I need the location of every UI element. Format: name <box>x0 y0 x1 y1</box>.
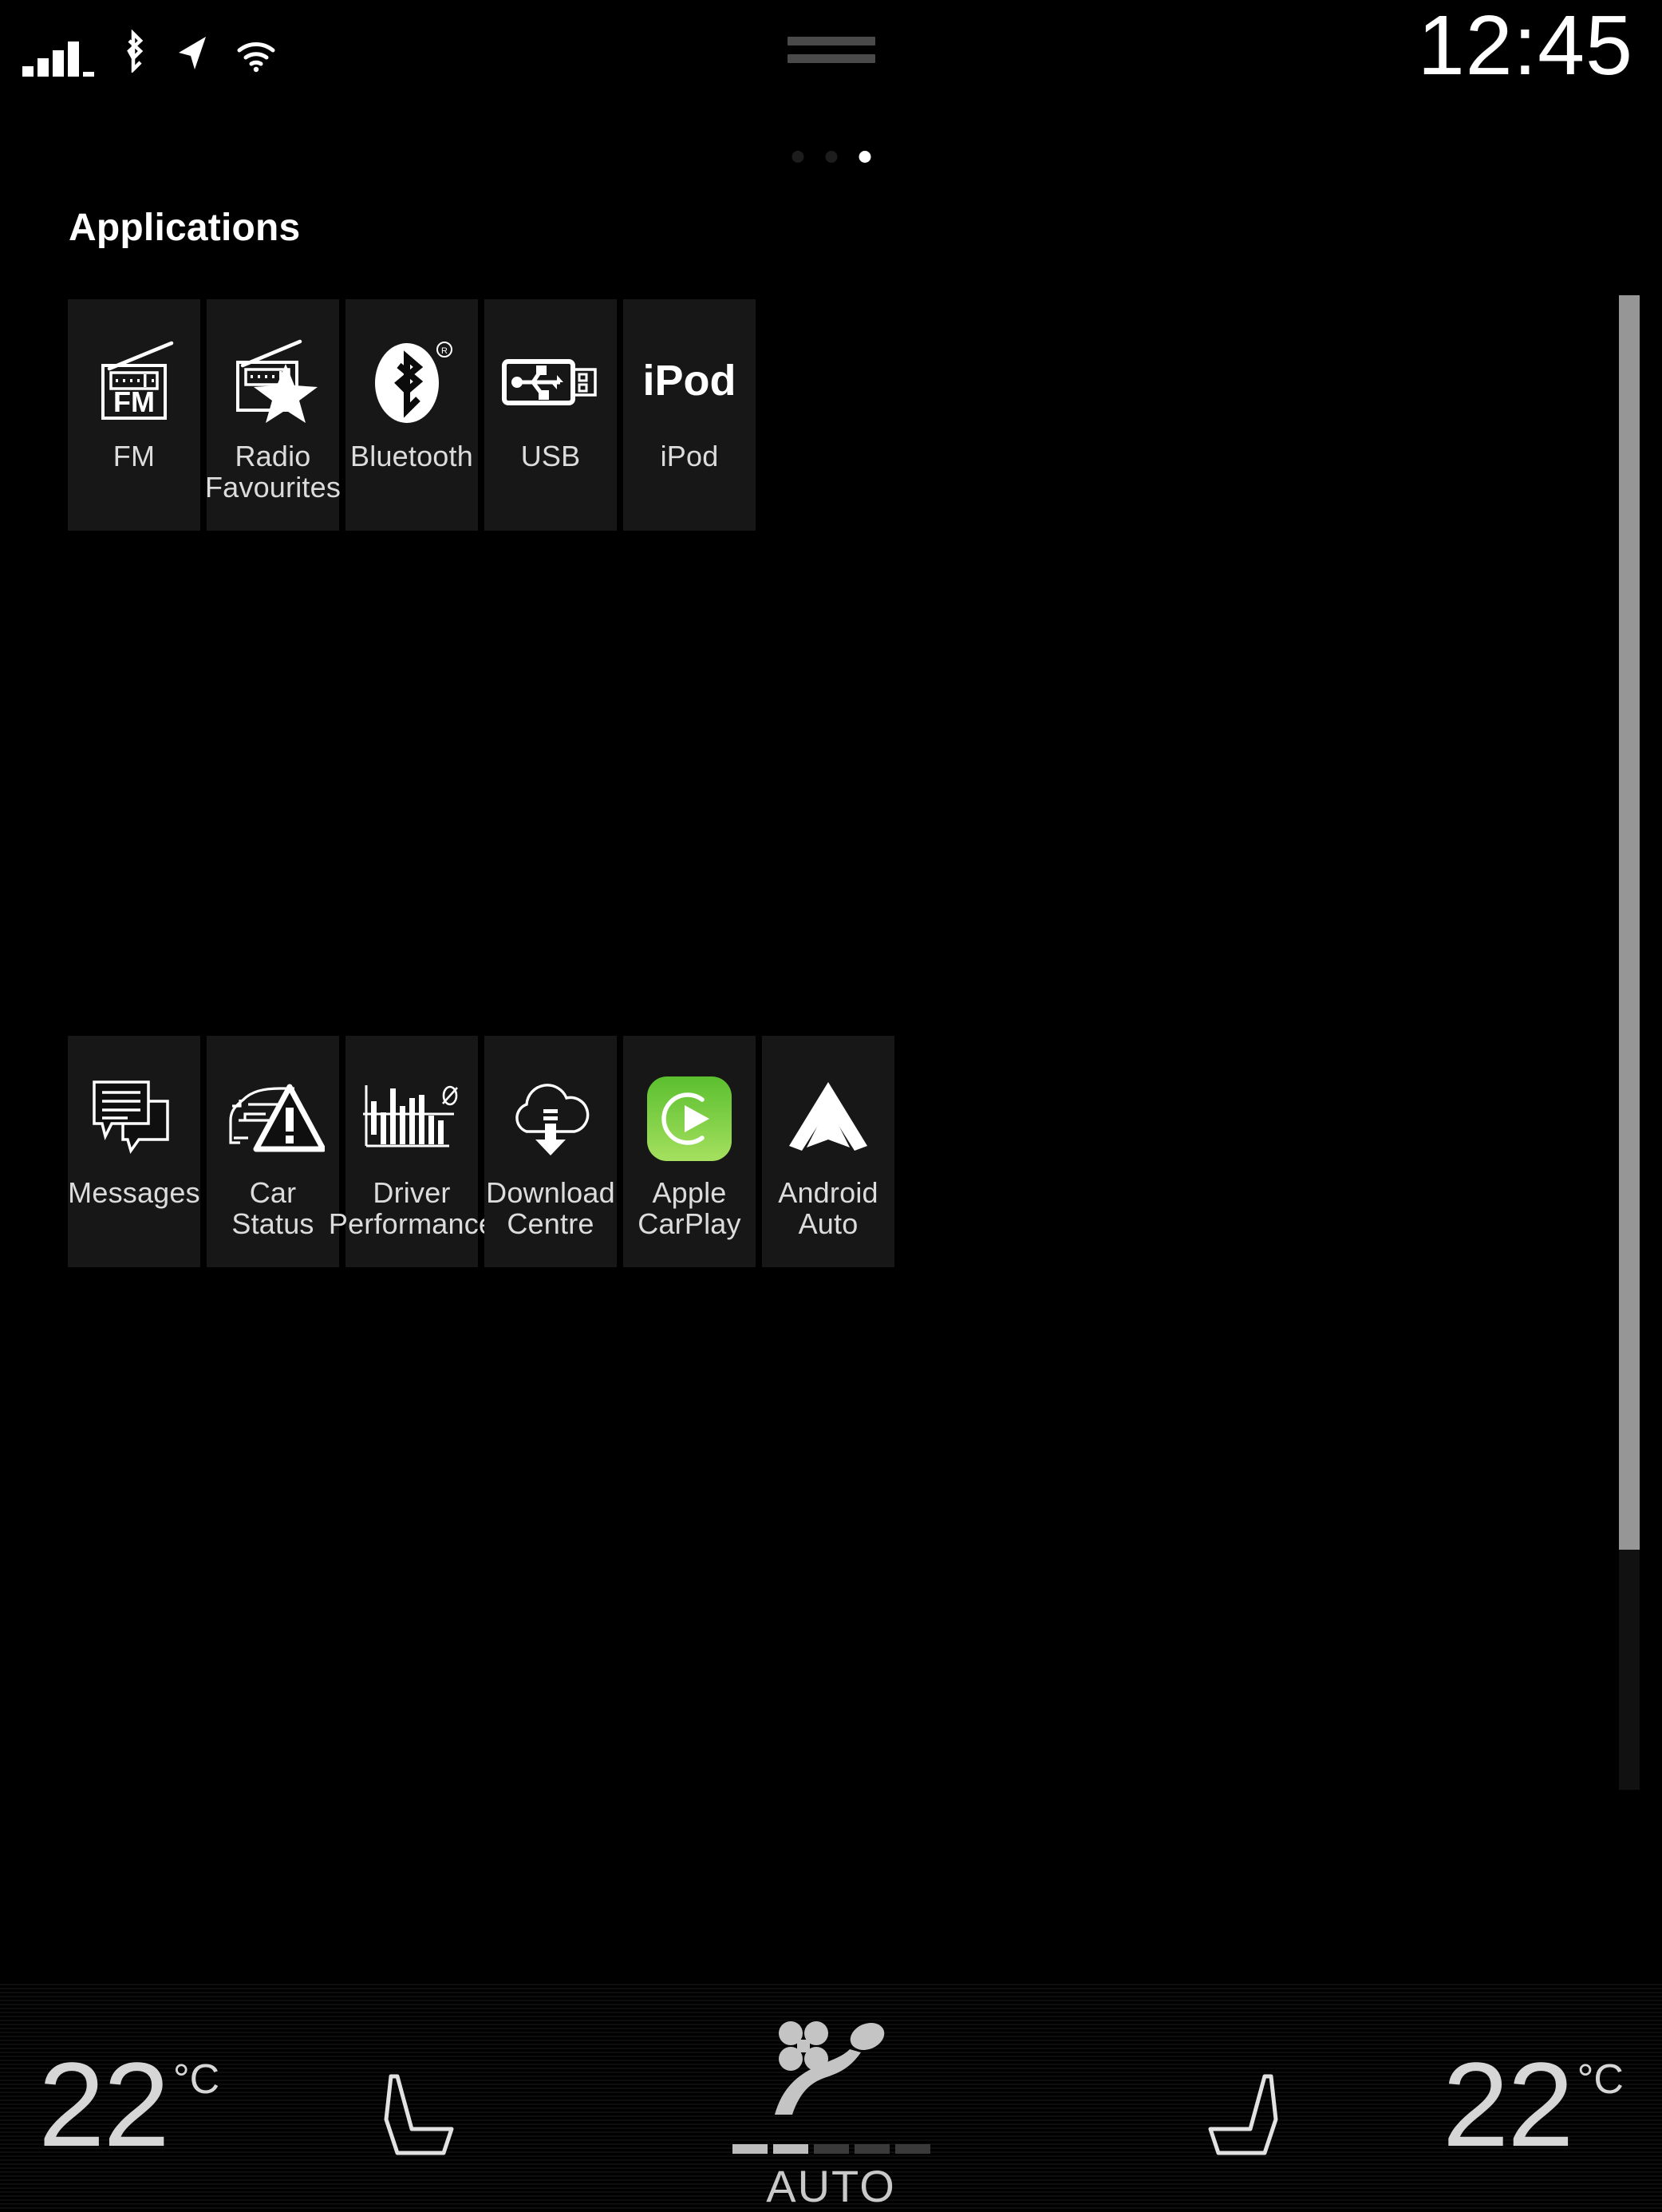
bluetooth-icon <box>121 30 148 77</box>
android-auto-icon <box>784 1063 872 1175</box>
app-tile-label: Bluetooth <box>350 441 473 472</box>
passenger-seat-heater-button[interactable] <box>1199 2070 1287 2162</box>
app-tile-label: Car Status <box>207 1178 339 1240</box>
status-icon-group <box>22 29 276 77</box>
page-indicator[interactable] <box>792 151 870 163</box>
fan-speed-segment-5 <box>895 2144 930 2154</box>
radio-favourites-icon <box>220 326 326 438</box>
fan-speed-segment-1 <box>732 2144 768 2154</box>
ipod-wordmark-icon: iPod <box>630 326 749 438</box>
scrollbar-thumb[interactable] <box>1619 295 1640 1550</box>
drag-handle-icon[interactable] <box>788 37 875 72</box>
fm-radio-icon: FM <box>85 326 183 438</box>
app-tile-label: Radio Favourites <box>205 441 341 504</box>
cellular-signal-icon <box>22 40 94 77</box>
messages-bubbles-icon <box>86 1063 182 1175</box>
passenger-temperature-value: 22 <box>1443 2049 1573 2159</box>
page-dot-2[interactable] <box>825 151 837 163</box>
app-tile-messages[interactable]: Messages <box>68 1036 200 1267</box>
fan-speed-segment-2 <box>773 2144 808 2154</box>
app-tile-label: USB <box>521 441 581 472</box>
app-tile-label: Download Centre <box>486 1178 615 1240</box>
car-warning-icon <box>221 1063 325 1175</box>
vertical-scrollbar[interactable] <box>1619 295 1640 1790</box>
drag-handle-bar <box>788 54 875 63</box>
page-dot-3-active[interactable] <box>859 151 870 163</box>
bluetooth-logo-icon: R <box>365 326 458 438</box>
auto-climate-label: AUTO <box>766 2160 896 2212</box>
fan-speed-indicator[interactable] <box>732 2144 930 2154</box>
driver-temperature-unit: °C <box>173 2059 219 2100</box>
status-bar: 12:45 <box>0 0 1662 118</box>
app-tile-bluetooth[interactable]: R Bluetooth <box>345 299 478 531</box>
app-tile-fm[interactable]: FM FM <box>68 299 200 531</box>
app-grid-row-2: Messages Car Status <box>68 1036 894 1267</box>
auto-climate-button[interactable]: AUTO <box>732 2016 930 2212</box>
app-tile-label: Android Auto <box>762 1178 894 1240</box>
app-tile-download-centre[interactable]: Download Centre <box>484 1036 617 1267</box>
fan-speed-segment-4 <box>855 2144 890 2154</box>
app-tile-car-status[interactable]: Car Status <box>207 1036 339 1267</box>
app-tile-label: Messages <box>68 1178 200 1209</box>
app-tile-usb[interactable]: USB <box>484 299 617 531</box>
svg-text:R: R <box>441 346 448 356</box>
page-dot-1[interactable] <box>792 151 803 163</box>
app-tile-label: FM <box>113 441 155 472</box>
svg-text:FM: FM <box>113 385 155 418</box>
app-tile-apple-carplay[interactable]: Apple CarPlay <box>623 1036 756 1267</box>
app-tile-radio-favourites[interactable]: Radio Favourites <box>207 299 339 531</box>
cloud-download-icon <box>503 1063 598 1175</box>
status-bar-clock: 12:45 <box>1418 3 1633 88</box>
driver-temperature-value: 22 <box>38 2049 168 2159</box>
app-tile-android-auto[interactable]: Android Auto <box>762 1036 894 1267</box>
driver-temperature-control[interactable]: 22 °C <box>38 2049 219 2159</box>
app-grid-row-1: FM FM Radio Favourites <box>68 299 756 531</box>
usb-connector-icon <box>501 326 600 438</box>
page-title: Applications <box>69 206 300 250</box>
svg-text:iPod: iPod <box>643 357 736 405</box>
fan-speed-segment-3 <box>814 2144 849 2154</box>
app-tile-driver-performance[interactable]: Driver Performance <box>345 1036 478 1267</box>
navigation-arrow-icon <box>176 34 209 77</box>
drag-handle-bar <box>788 37 875 45</box>
passenger-temperature-unit: °C <box>1577 2059 1624 2100</box>
wifi-icon <box>236 39 276 77</box>
apple-carplay-icon <box>645 1063 733 1175</box>
app-tile-label: Driver Performance <box>329 1178 495 1240</box>
driver-seat-heater-button[interactable] <box>375 2070 463 2162</box>
app-tile-label: Apple CarPlay <box>638 1178 740 1240</box>
passenger-temperature-control[interactable]: 22 °C <box>1443 2049 1624 2159</box>
app-tile-ipod[interactable]: iPod iPod <box>623 299 756 531</box>
bar-chart-average-icon <box>360 1063 464 1175</box>
auto-climate-seat-fan-icon <box>756 2016 907 2139</box>
app-tile-label: iPod <box>661 441 719 472</box>
climate-control-bar: 22 °C <box>0 1984 1662 2211</box>
